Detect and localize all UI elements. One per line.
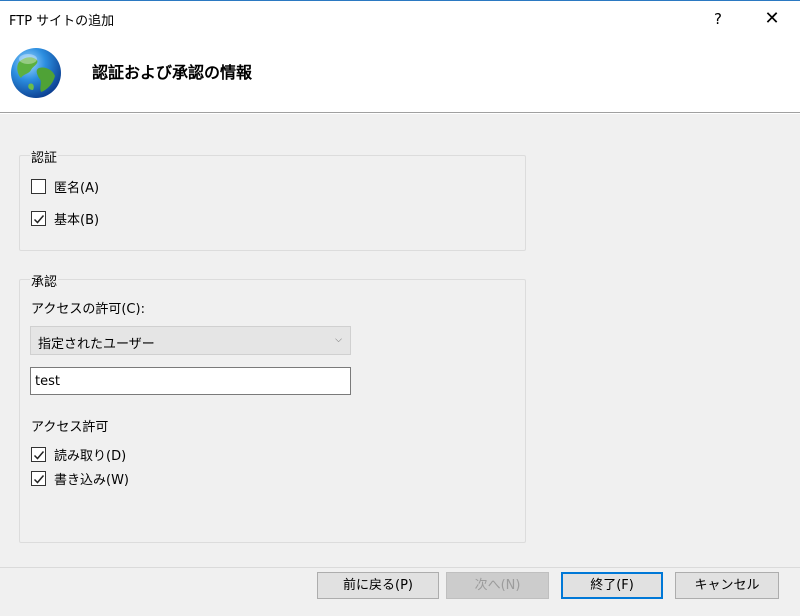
- title-bar: FTP サイトの追加 ? ✕: [0, 0, 800, 36]
- access-allow-label: アクセスの許可(C):: [31, 302, 145, 317]
- access-select-value: 指定されたユーザー: [38, 337, 155, 352]
- access-select[interactable]: 指定されたユーザー ⌵: [30, 326, 351, 355]
- checkmark-icon: [33, 215, 45, 224]
- write-checkbox[interactable]: [31, 471, 46, 486]
- write-label[interactable]: 書き込み(W): [54, 469, 129, 488]
- anonymous-label[interactable]: 匿名(A): [54, 177, 99, 196]
- wizard-header: 認証および承認の情報: [0, 36, 800, 113]
- user-name-input[interactable]: test: [30, 367, 351, 395]
- write-checkbox-row[interactable]: 書き込み(W): [31, 469, 129, 488]
- read-checkbox[interactable]: [31, 447, 46, 462]
- user-name-value: test: [35, 374, 60, 389]
- cancel-button[interactable]: キャンセル: [675, 572, 779, 599]
- finish-button[interactable]: 終了(F): [561, 572, 663, 599]
- checkmark-icon: [33, 475, 45, 484]
- anonymous-checkbox[interactable]: [31, 179, 46, 194]
- wizard-content: 認証 匿名(A) 基本(B) 承認 アクセスの許可(C): 指定されたユーザー …: [0, 114, 800, 567]
- globe-icon: [11, 48, 61, 98]
- checkmark-icon: [33, 451, 45, 460]
- authorization-group: 承認 アクセスの許可(C): 指定されたユーザー ⌵ test アクセス許可 読…: [19, 271, 526, 543]
- authorization-legend: 承認: [30, 271, 59, 290]
- button-bar: 前に戻る(P) 次へ(N) 終了(F) キャンセル: [0, 567, 800, 616]
- anonymous-checkbox-row[interactable]: 匿名(A): [31, 177, 99, 196]
- authentication-group: 認証 匿名(A) 基本(B): [19, 147, 526, 251]
- help-button[interactable]: ?: [704, 5, 732, 33]
- chevron-down-icon: ⌵: [335, 335, 342, 345]
- read-label[interactable]: 読み取り(D): [54, 445, 126, 464]
- back-button[interactable]: 前に戻る(P): [317, 572, 439, 599]
- basic-label[interactable]: 基本(B): [54, 209, 99, 228]
- close-button[interactable]: ✕: [756, 5, 788, 33]
- basic-checkbox[interactable]: [31, 211, 46, 226]
- permissions-label: アクセス許可: [31, 420, 109, 435]
- authentication-legend: 認証: [30, 147, 59, 166]
- next-button[interactable]: 次へ(N): [446, 572, 549, 599]
- window-title: FTP サイトの追加: [9, 14, 115, 29]
- basic-checkbox-row[interactable]: 基本(B): [31, 209, 99, 228]
- read-checkbox-row[interactable]: 読み取り(D): [31, 445, 126, 464]
- page-heading: 認証および承認の情報: [92, 63, 253, 82]
